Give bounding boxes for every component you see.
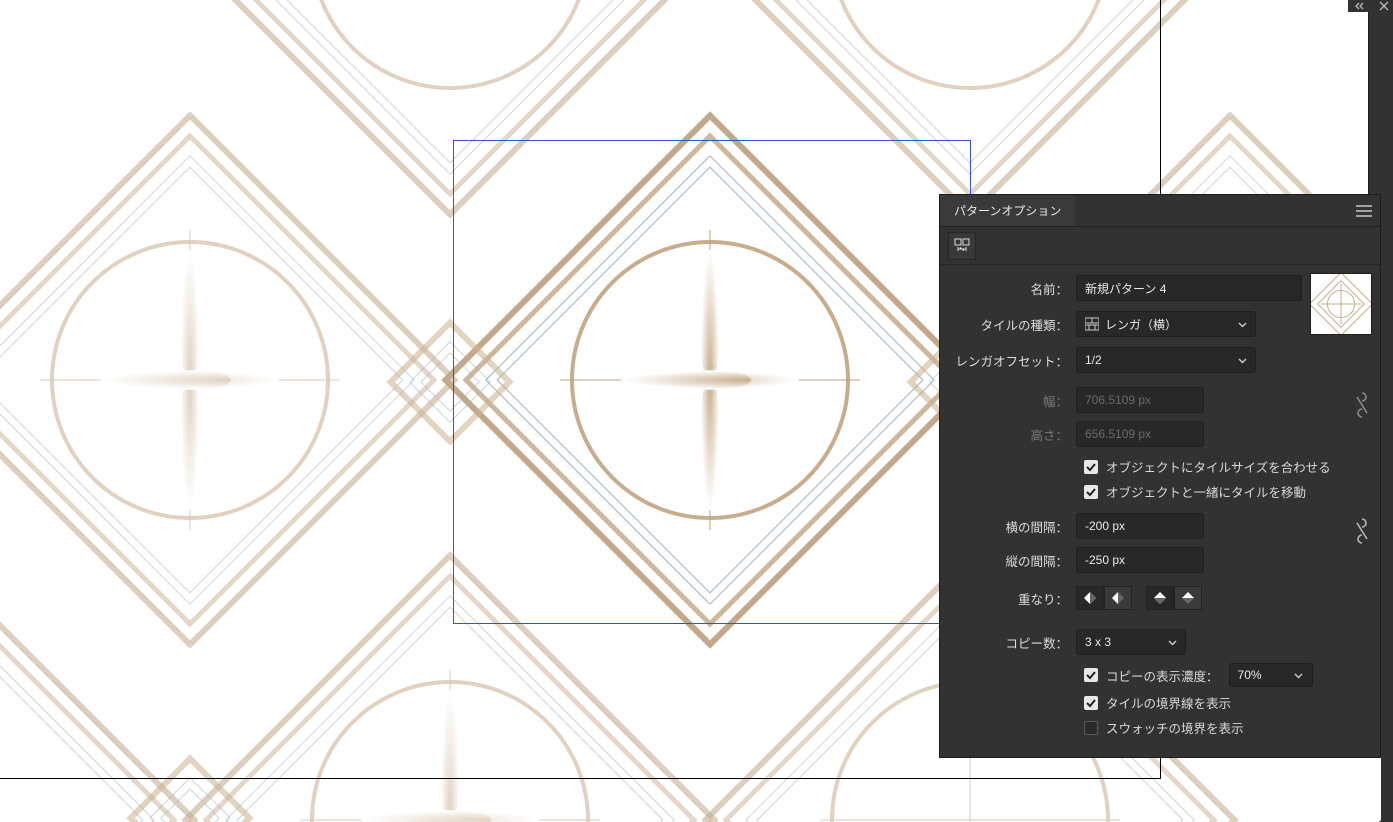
resize-corner-icon[interactable] [1379,808,1393,822]
brick-offset-select[interactable]: 1/2 [1076,347,1256,373]
chevron-down-icon [1294,670,1304,680]
width-input [1076,387,1204,413]
tile-type-value: レンガ（横） [1105,316,1177,333]
artboard-edge-bottom [0,778,1161,779]
label-copies: コピー数： [948,633,1076,652]
label-height: 高さ： [948,425,1076,444]
panel-header: パターンオプション [940,195,1380,227]
v-spacing-input[interactable] [1076,547,1204,573]
overlap-left-front-button[interactable] [1076,586,1104,610]
chevron-down-icon [1237,319,1247,329]
name-input[interactable] [1076,275,1302,301]
link-spacing-icon[interactable] [1352,511,1372,551]
chevron-down-icon [1167,637,1177,647]
height-input [1076,421,1204,447]
brick-offset-value: 1/2 [1085,353,1102,367]
collapse-panel-icon[interactable] [1355,1,1365,11]
panel-toolbar [940,227,1380,265]
panel-tab[interactable]: パターンオプション [940,195,1075,226]
label-brick-offset: レンガオフセット： [948,351,1076,370]
chevron-down-icon [1237,355,1247,365]
close-panel-icon[interactable] [1379,1,1389,11]
dim-copies-select[interactable]: 70% [1229,663,1313,687]
checkbox-size-to-art[interactable] [1084,460,1098,474]
brick-icon [1085,317,1099,331]
panel-menu-icon[interactable] [1348,195,1380,226]
h-spacing-input[interactable] [1076,513,1204,539]
checkbox-show-swatch-edge[interactable] [1084,721,1098,735]
label-show-tile-edge: タイルの境界線を表示 [1106,693,1231,712]
label-overlap: 重なり： [948,589,1076,608]
checkbox-dim-copies[interactable] [1084,668,1098,682]
label-tile-type: タイルの種類： [948,315,1076,334]
label-move-with-art: オブジェクトと一緒にタイルを移動 [1106,482,1306,501]
checkbox-move-with-art[interactable] [1084,485,1098,499]
label-h-spacing: 横の間隔： [948,517,1076,536]
tile-preview-thumbnail [1310,273,1372,335]
label-v-spacing: 縦の間隔： [948,551,1076,570]
overlap-bottom-front-button[interactable] [1174,586,1202,610]
checkbox-show-tile-edge[interactable] [1084,696,1098,710]
pattern-options-panel: パターンオプション 名前： [940,195,1380,757]
copies-value: 3 x 3 [1085,635,1111,649]
label-size-to-art: オブジェクトにタイルサイズを合わせる [1106,457,1331,476]
link-wh-icon[interactable] [1352,385,1372,425]
tile-type-select[interactable]: レンガ（横） [1076,311,1256,337]
dim-copies-value: 70% [1238,668,1262,682]
overlap-top-front-button[interactable] [1146,586,1174,610]
label-name: 名前： [948,279,1076,298]
label-dim-copies: コピーの表示濃度： [1106,666,1219,685]
label-show-swatch-edge: スウォッチの境界を表示 [1106,718,1244,737]
overlap-right-front-button[interactable] [1104,586,1132,610]
tile-selection-rect[interactable] [453,140,971,624]
label-width: 幅： [948,391,1076,410]
dock-rail-thin [1381,0,1393,822]
copies-select[interactable]: 3 x 3 [1076,629,1186,655]
pattern-tile-tool-button[interactable] [948,232,976,260]
